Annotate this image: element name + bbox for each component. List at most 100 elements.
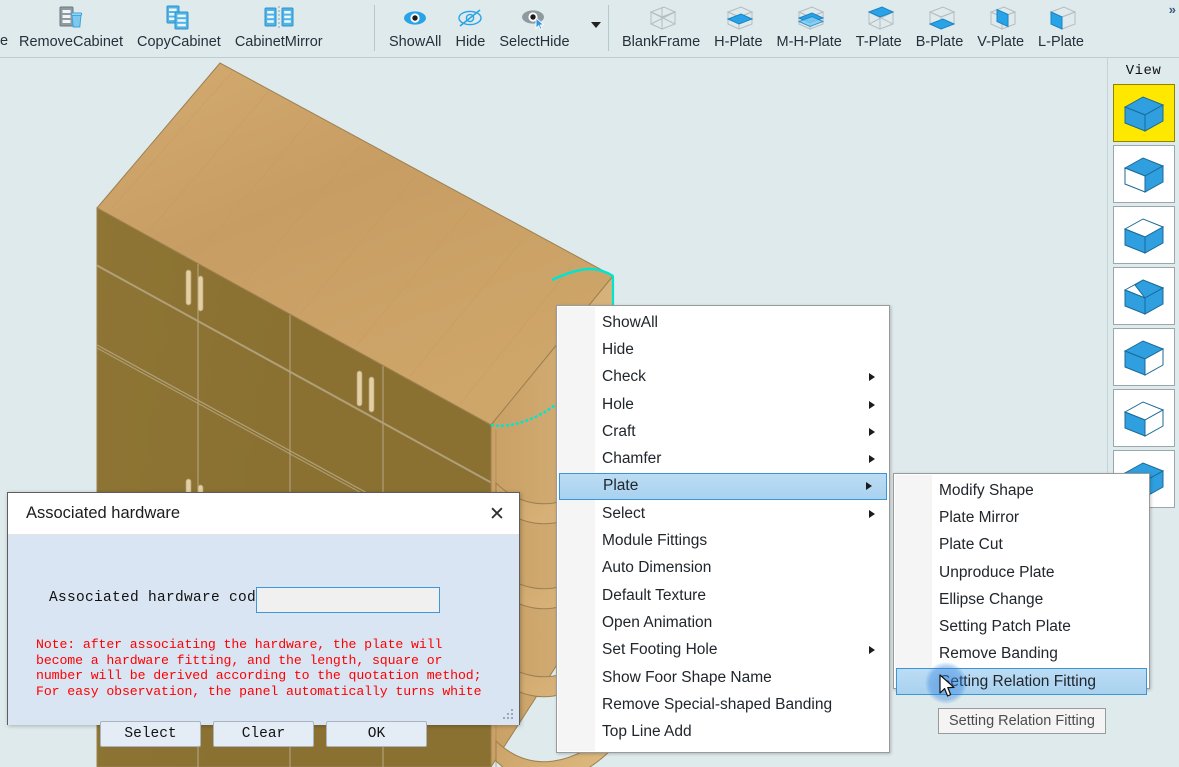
view-cube-top-open-icon [1123,218,1164,254]
submenu-item-remove-banding[interactable]: Remove Banding [894,641,1149,668]
toolbar-button-select-hide[interactable]: SelectHide [492,0,576,50]
context-menu-item-auto-dimension[interactable]: Auto Dimension [557,555,889,582]
view-thumb-iso-all[interactable] [1112,84,1175,142]
blank-frame-cube-icon [642,3,680,33]
menu-item-label: ShowAll [602,313,658,331]
toolbar-group-plate-tools: BlankFrame H-Plate M-H-Plate T-Plate B-P… [615,0,1091,57]
context-menu-item-set-footing-hole[interactable]: Set Footing Hole [557,637,889,664]
toolbar-dropdown-arrow-icon[interactable] [591,22,601,28]
menu-item-label: Unproduce Plate [939,563,1055,581]
chevron-right-icon [869,400,875,409]
ok-button[interactable]: OK [326,721,427,747]
toolbar-button-b-plate[interactable]: B-Plate [909,0,971,50]
chevron-right-icon [869,373,875,382]
context-menu-item-remove-special-shaped-banding[interactable]: Remove Special-shaped Banding [557,691,889,718]
top-plate-cube-icon [860,3,898,33]
context-menu-item-plate[interactable]: Plate [559,472,887,501]
chevron-right-icon [869,427,875,436]
view-thumb-list [1108,84,1179,508]
toolbar-label: T-Plate [855,34,902,50]
context-menu-item-hole[interactable]: Hole [557,391,889,418]
context-menu-item-open-animation[interactable]: Open Animation [557,609,889,636]
toolbar-label: SelectHide [499,34,570,50]
toolbar-label: B-Plate [915,34,964,50]
hardware-code-label: Associated hardware code [49,590,266,606]
menu-item-label: Modify Shape [939,481,1034,499]
close-icon[interactable]: ✕ [485,502,509,526]
view-thumb-front-open[interactable] [1112,145,1175,203]
application-window: e RemoveCabinet CopyCabinet CabinetMirro… [0,0,1179,767]
menu-item-label: Setting Patch Plate [939,618,1071,636]
menu-item-label: Top Line Add [602,723,692,741]
dialog-titlebar[interactable]: Associated hardware ✕ [8,493,519,535]
context-menu-item-top-line-add[interactable]: Top Line Add [557,718,889,745]
eye-icon [400,3,430,33]
submenu-item-plate-mirror[interactable]: Plate Mirror [894,504,1149,531]
toolbar-button-remove-cabinet[interactable]: RemoveCabinet [12,0,130,50]
toolbar-button-cabinet-mirror[interactable]: CabinetMirror [228,0,330,50]
main-toolbar: e RemoveCabinet CopyCabinet CabinetMirro… [0,0,1179,58]
toolbar-button-show-all[interactable]: ShowAll [382,0,448,50]
view-presets-panel: View [1107,58,1179,538]
menu-item-label: Plate Mirror [939,508,1020,526]
view-thumb-side-open[interactable] [1112,328,1175,386]
menu-item-label: Remove Banding [939,645,1058,663]
view-thumb-top-open[interactable] [1112,206,1175,264]
submenu-item-modify-shape[interactable]: Modify Shape [894,477,1149,504]
toolbar-button-h-plate[interactable]: H-Plate [707,0,769,50]
context-menu-item-show-foor-shape-name[interactable]: Show Foor Shape Name [557,664,889,691]
menu-item-label: Plate Cut [939,536,1003,554]
toolbar-button-m-h-plate[interactable]: M-H-Plate [770,0,849,50]
clear-button[interactable]: Clear [213,721,314,747]
submenu-item-unproduce-plate[interactable]: Unproduce Plate [894,559,1149,586]
toolbar-button-blank-frame[interactable]: BlankFrame [615,0,707,50]
submenu-item-setting-relation-fitting[interactable]: Setting Relation Fitting [896,668,1147,696]
context-menu-item-default-texture[interactable]: Default Texture [557,582,889,609]
toolbar-separator-1 [374,5,375,51]
tooltip-text: Setting Relation Fitting [949,713,1095,729]
menu-item-label: Module Fittings [602,532,708,550]
menu-item-label: Auto Dimension [602,559,712,577]
context-menu-item-hide[interactable]: Hide [557,336,889,363]
select-button[interactable]: Select [100,721,201,747]
menu-item-label: Select [602,504,646,522]
toolbar-overflow-icon[interactable]: » [1169,2,1176,17]
menu-item-label: Set Footing Hole [602,641,718,659]
remove-cabinet-icon [56,3,86,33]
submenu-item-plate-cut[interactable]: Plate Cut [894,532,1149,559]
toolbar-button-hide[interactable]: Hide [448,0,492,50]
toolbar-label: L-Plate [1038,34,1084,50]
toolbar-button-copy-cabinet[interactable]: CopyCabinet [130,0,228,50]
toolbar-group-cabinet-tools: RemoveCabinet CopyCabinet CabinetMirror [12,0,330,57]
menu-item-label: Default Texture [602,586,706,604]
toolbar-button-v-plate[interactable]: V-Plate [970,0,1031,50]
toolbar-button-l-plate[interactable]: L-Plate [1031,0,1091,50]
context-menu-item-module-fittings[interactable]: Module Fittings [557,527,889,554]
menu-item-label: Chamfer [602,450,662,468]
menu-item-label: Check [602,368,646,386]
menu-item-label: Plate [603,477,639,495]
chevron-right-icon [866,482,872,491]
dialog-resize-grip[interactable] [503,709,515,721]
view-thumb-top-white[interactable] [1112,389,1175,447]
chevron-right-icon [869,646,875,655]
submenu-item-setting-patch-plate[interactable]: Setting Patch Plate [894,613,1149,640]
toolbar-button-t-plate[interactable]: T-Plate [849,0,909,50]
context-menu-item-check[interactable]: Check [557,364,889,391]
toolbar-label: RemoveCabinet [19,34,123,50]
view-thumb-corner-open[interactable] [1112,267,1175,325]
menu-item-label: Hole [602,395,634,413]
toolbar-label: Hide [455,34,486,50]
toolbar-label: H-Plate [714,34,763,50]
eye-select-icon [518,3,550,33]
context-menu-item-select[interactable]: Select [557,500,889,527]
view-cube-front-open-icon [1123,157,1164,193]
vertical-plate-cube-icon [982,3,1020,33]
toolbar-group-visibility-tools: ShowAll Hide SelectHide [382,0,577,57]
context-menu-item-showall[interactable]: ShowAll [557,309,889,336]
context-menu-item-chamfer[interactable]: Chamfer [557,445,889,472]
hardware-code-input[interactable] [256,587,440,613]
toolbar-label: ShowAll [389,34,442,50]
context-menu-item-craft[interactable]: Craft [557,418,889,445]
submenu-item-ellipse-change[interactable]: Ellipse Change [894,586,1149,613]
